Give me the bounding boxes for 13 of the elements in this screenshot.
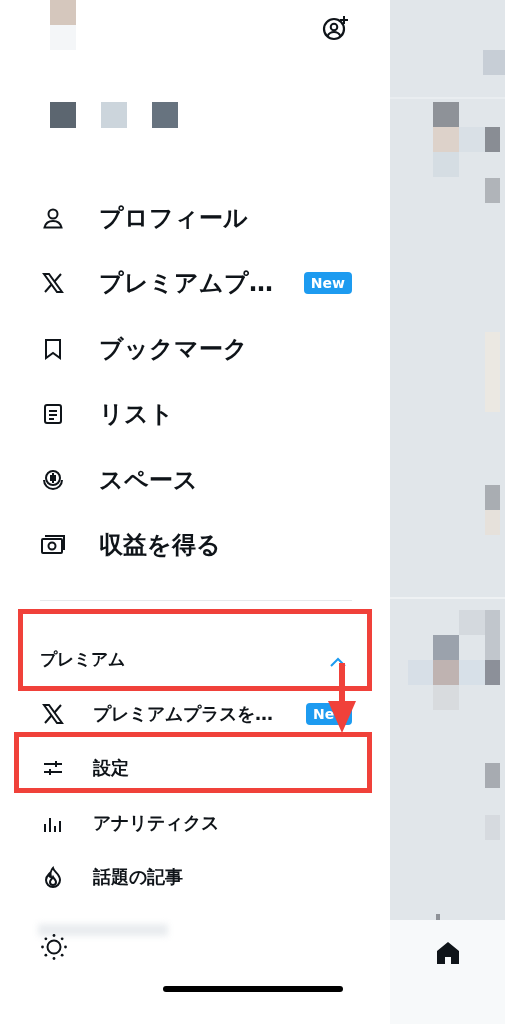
home-icon[interactable] xyxy=(434,940,461,966)
new-badge: New xyxy=(303,272,352,295)
menu-item[interactable]: リスト xyxy=(0,381,390,447)
add-account-icon[interactable] xyxy=(322,14,350,42)
menu-item[interactable]: アナリティクス xyxy=(0,795,390,850)
menu-item[interactable]: スペース xyxy=(0,447,390,513)
menu-item[interactable]: 収益を得る xyxy=(0,512,390,578)
menu-item[interactable]: プレミアムプ… New xyxy=(0,250,390,316)
sun-icon[interactable] xyxy=(40,933,68,962)
menu-item[interactable]: 話題の記事 xyxy=(0,849,390,905)
menu-item[interactable]: ブックマーク xyxy=(0,316,390,382)
menu-item[interactable]: プロフィール xyxy=(0,185,390,251)
menu-item[interactable]: 設定 xyxy=(0,741,390,796)
